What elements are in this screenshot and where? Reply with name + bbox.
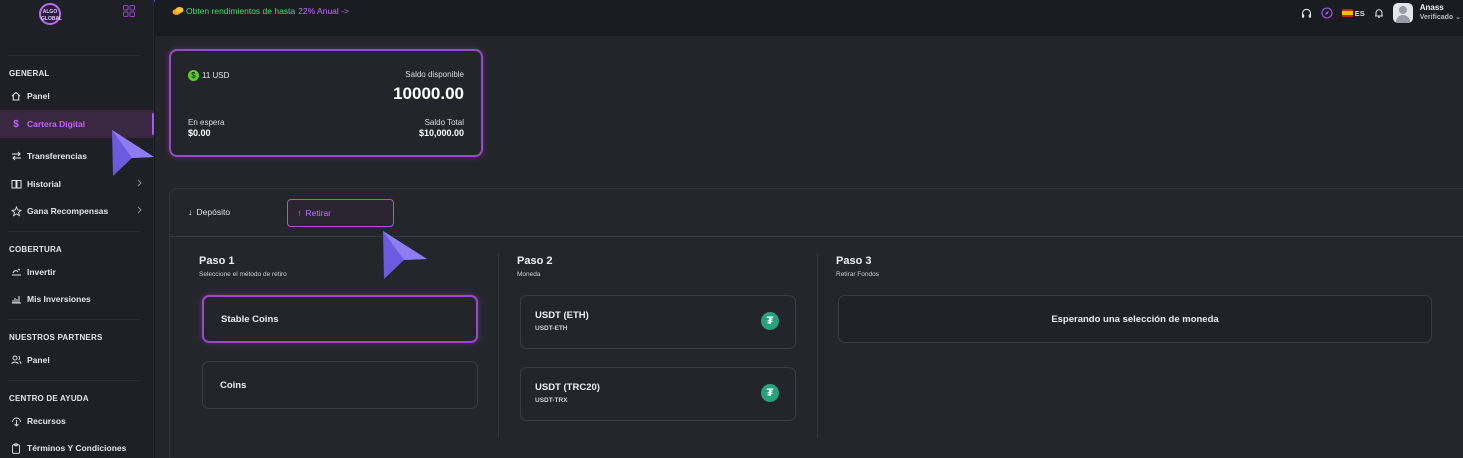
waiting-selection-box: Esperando una selección de moneda [838,295,1432,343]
sidebar-item-label: Panel [27,91,50,101]
method-label: Coins [220,379,247,391]
sidebar-divider [8,380,141,381]
step1-title: Paso 1 [199,255,235,267]
sidebar-item-panel[interactable]: Panel [0,82,154,110]
sidebar-item-invertir[interactable]: Invertir [0,258,154,286]
step-divider [817,254,818,438]
headphones-icon[interactable] [1301,8,1312,19]
pending-label: En espera [188,118,225,127]
home-icon [10,90,22,102]
method-stable-coins[interactable]: Stable Coins [202,295,478,343]
currency-badge: $ 11 USD [188,70,229,81]
sidebar-item-label: Invertir [27,267,56,277]
sidebar-item-label: Transferencias [27,151,88,161]
sidebar-item-gana-recompensas[interactable]: Gana Recompensas [0,197,154,225]
grid-menu-icon[interactable] [123,5,135,17]
sidebar-divider [8,319,141,320]
tab-deposito[interactable]: ↓ Depósito [188,207,230,217]
method-coins[interactable]: Coins [202,361,478,409]
coin-code: USDT-TRX [535,397,568,404]
promo-text: Obten rendimientos de hasta [186,6,296,16]
total-balance-label: Saldo Total [424,118,464,127]
chevron-right-icon [137,179,142,189]
book-icon [10,178,22,190]
tab-retirar[interactable]: ↑ Retirar [287,199,394,227]
arrow-up-icon: ↑ [297,208,302,218]
language-code: ES [1354,8,1365,18]
tether-icon: ₮ [761,312,779,330]
transfer-icon [10,150,22,162]
language-selector[interactable]: ES [1341,8,1365,18]
sidebar-item-label: Panel [27,355,50,365]
sidebar-section-cobertura: COBERTURA [9,245,62,254]
pointer-arrow-icon [383,231,427,279]
brand-logo[interactable]: ALGO GLOBAL [39,3,62,25]
chevron-down-icon: ⌄ [1453,14,1461,21]
promo-highlight[interactable]: 22% Anual -> [298,6,349,16]
total-balance-value: $10,000.00 [418,128,464,138]
user-menu[interactable]: Anass Verificado ⌄ [1420,3,1461,23]
step3-subtitle: Retirar Fondos [836,271,879,278]
coin-option-usdt-eth[interactable]: USDT (ETH) USDT-ETH ₮ [520,295,796,349]
invest-icon [10,266,22,278]
pointer-arrow-icon [112,130,154,176]
bell-icon[interactable] [1374,8,1384,19]
user-name: Anass [1419,3,1444,12]
compass-icon[interactable] [1321,7,1333,19]
tab-label: Retirar [305,208,332,218]
chevron-right-icon [137,206,142,216]
step1-subtitle: Seleccione el método de retiro [199,271,287,278]
tab-label: Depósito [196,207,231,217]
topbar [155,0,1463,36]
sidebar-divider [8,55,141,56]
sidebar-item-label: Gana Recompensas [27,206,109,216]
sidebar: ALGO GLOBAL GENERAL Panel $ Cartera Digit… [0,0,154,458]
waiting-text: Esperando una selección de moneda [1051,313,1219,325]
promo-banner[interactable]: Obten rendimientos de hasta 22% Anual -> [172,6,349,16]
avatar[interactable] [1392,3,1413,23]
tether-icon: ₮ [761,384,779,402]
clipboard-icon [10,442,22,454]
pending-value: $0.00 [188,128,211,138]
currency-badge-text: 11 USD [202,71,230,80]
step3-title: Paso 3 [836,255,872,267]
star-icon [10,205,22,217]
coin-option-usdt-trc20[interactable]: USDT (TRC20) USDT-TRX ₮ [520,367,796,421]
method-label: Stable Coins [221,313,279,325]
available-balance-value: 10000.00 [393,84,464,103]
spain-flag-icon [1341,9,1353,17]
sidebar-item-terminos[interactable]: Términos Y Condiciones [0,434,154,458]
coin-name: USDT (TRC20) [535,382,600,393]
sidebar-section-ayuda: CENTRO DE AYUDA [9,394,89,403]
coins-icon [172,7,184,15]
step2-title: Paso 2 [517,255,553,267]
sidebar-item-label: Cartera Digital [27,119,86,129]
sidebar-item-recursos[interactable]: Recursos [0,407,154,435]
dollar-coin-icon: $ [188,70,199,81]
resources-icon [10,415,22,427]
sidebar-item-mis-inversiones[interactable]: Mis Inversiones [0,285,154,313]
sidebar-item-partners-panel[interactable]: Panel [0,346,154,374]
sidebar-divider [8,231,141,232]
sidebar-item-label: Recursos [27,416,66,426]
chart-icon [10,293,22,305]
dollar-icon: $ [13,118,19,130]
coin-name: USDT (ETH) [535,310,589,321]
users-icon [10,354,22,366]
user-status: Verificado [1419,14,1454,21]
coin-code: USDT-ETH [535,325,568,332]
tabs-divider [169,236,1463,237]
sidebar-item-label: Términos Y Condiciones [27,443,127,453]
arrow-down-icon: ↓ [188,207,193,217]
sidebar-section-partners: NUESTROS PARTNERS [9,333,103,342]
step2-subtitle: Moneda [517,271,541,278]
sidebar-item-label: Mis Inversiones [27,294,91,304]
sidebar-item-label: Historial [27,179,62,189]
balance-card: $ 11 USD Saldo disponible 10000.00 En es… [169,49,483,157]
topbar-actions: ES Anass Verificado ⌄ [1292,0,1463,26]
available-balance-label: Saldo disponible [405,70,464,79]
step-divider [498,254,499,438]
sidebar-section-general: GENERAL [9,69,50,78]
